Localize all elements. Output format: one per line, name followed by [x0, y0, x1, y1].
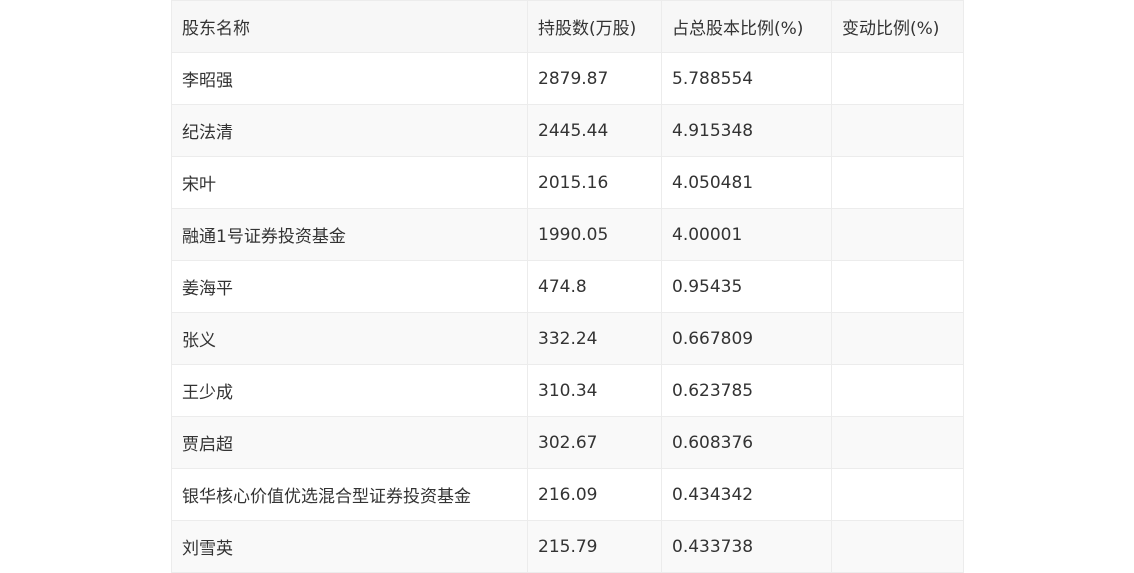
cell-change-ratio — [831, 520, 964, 573]
cell-shareholder-name: 张义 — [171, 312, 528, 365]
table-row: 王少成 310.34 0.623785 — [171, 364, 964, 417]
table-header-row: 股东名称 持股数(万股) 占总股本比例(%) 变动比例(%) — [171, 0, 964, 53]
header-shareholder-name: 股东名称 — [171, 0, 528, 53]
table-row: 刘雪英 215.79 0.433738 — [171, 520, 964, 573]
cell-share-ratio: 0.608376 — [661, 416, 832, 469]
cell-shareholder-name: 宋叶 — [171, 156, 528, 209]
cell-shares-held: 2015.16 — [527, 156, 662, 209]
cell-change-ratio — [831, 416, 964, 469]
cell-shareholder-name: 融通1号证券投资基金 — [171, 208, 528, 261]
cell-change-ratio — [831, 364, 964, 417]
header-change-ratio: 变动比例(%) — [831, 0, 964, 53]
cell-change-ratio — [831, 104, 964, 157]
cell-shares-held: 215.79 — [527, 520, 662, 573]
cell-shareholder-name: 贾启超 — [171, 416, 528, 469]
cell-shareholder-name: 姜海平 — [171, 260, 528, 313]
cell-shares-held: 1990.05 — [527, 208, 662, 261]
cell-change-ratio — [831, 260, 964, 313]
cell-share-ratio: 0.667809 — [661, 312, 832, 365]
table-row: 宋叶 2015.16 4.050481 — [171, 156, 964, 209]
cell-change-ratio — [831, 312, 964, 365]
cell-shares-held: 474.8 — [527, 260, 662, 313]
cell-share-ratio: 4.050481 — [661, 156, 832, 209]
cell-share-ratio: 0.623785 — [661, 364, 832, 417]
cell-share-ratio: 4.915348 — [661, 104, 832, 157]
cell-shareholder-name: 银华核心价值优选混合型证券投资基金 — [171, 468, 528, 521]
table-row: 纪法清 2445.44 4.915348 — [171, 104, 964, 157]
cell-share-ratio: 4.00001 — [661, 208, 832, 261]
cell-change-ratio — [831, 52, 964, 105]
cell-change-ratio — [831, 156, 964, 209]
table-row: 李昭强 2879.87 5.788554 — [171, 52, 964, 105]
cell-share-ratio: 5.788554 — [661, 52, 832, 105]
table-row: 贾启超 302.67 0.608376 — [171, 416, 964, 469]
cell-change-ratio — [831, 468, 964, 521]
cell-share-ratio: 0.434342 — [661, 468, 832, 521]
shareholder-table: 股东名称 持股数(万股) 占总股本比例(%) 变动比例(%) 李昭强 2879.… — [171, 0, 964, 573]
cell-shareholder-name: 刘雪英 — [171, 520, 528, 573]
cell-share-ratio: 0.433738 — [661, 520, 832, 573]
cell-shares-held: 2445.44 — [527, 104, 662, 157]
cell-shareholder-name: 王少成 — [171, 364, 528, 417]
shareholder-table-container: 股东名称 持股数(万股) 占总股本比例(%) 变动比例(%) 李昭强 2879.… — [171, 0, 964, 573]
cell-shares-held: 216.09 — [527, 468, 662, 521]
cell-shareholder-name: 李昭强 — [171, 52, 528, 105]
cell-shares-held: 332.24 — [527, 312, 662, 365]
table-row: 姜海平 474.8 0.95435 — [171, 260, 964, 313]
header-share-ratio: 占总股本比例(%) — [661, 0, 832, 53]
cell-shares-held: 310.34 — [527, 364, 662, 417]
table-row: 融通1号证券投资基金 1990.05 4.00001 — [171, 208, 964, 261]
table-row: 张义 332.24 0.667809 — [171, 312, 964, 365]
cell-change-ratio — [831, 208, 964, 261]
cell-shares-held: 302.67 — [527, 416, 662, 469]
cell-share-ratio: 0.95435 — [661, 260, 832, 313]
table-row: 银华核心价值优选混合型证券投资基金 216.09 0.434342 — [171, 468, 964, 521]
cell-shareholder-name: 纪法清 — [171, 104, 528, 157]
header-shares-held: 持股数(万股) — [527, 0, 662, 53]
cell-shares-held: 2879.87 — [527, 52, 662, 105]
